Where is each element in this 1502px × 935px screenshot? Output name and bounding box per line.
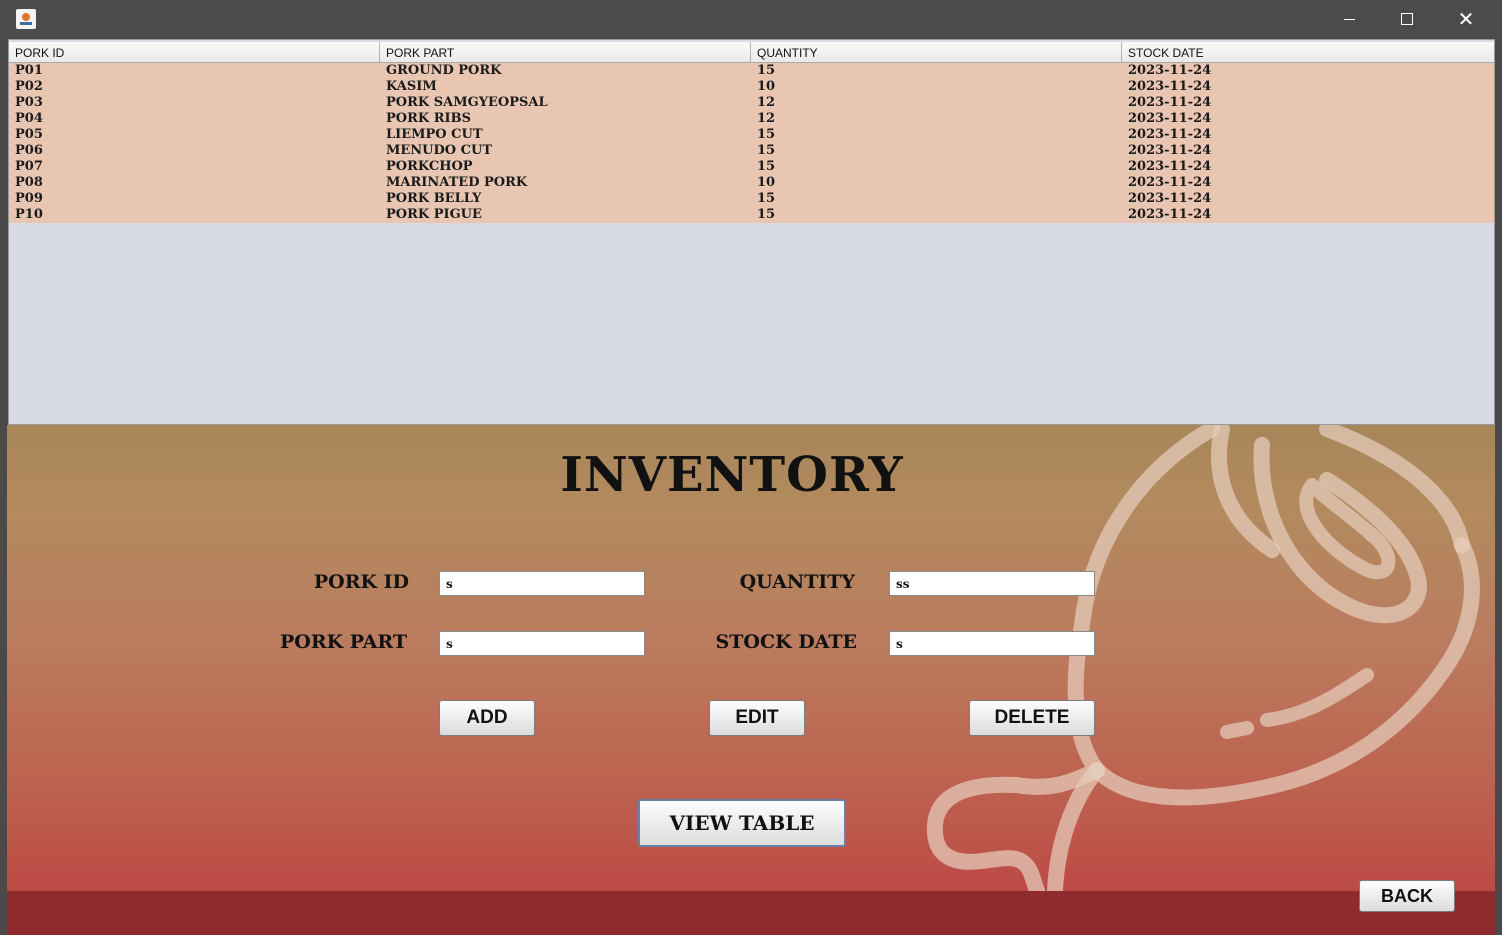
close-button[interactable]: ✕ [1437, 0, 1495, 38]
quantity-cell[interactable]: 10 [751, 79, 1122, 95]
pork-id-cell[interactable]: P06 [9, 143, 380, 159]
close-icon: ✕ [1457, 7, 1475, 31]
column-header-pork-part[interactable]: PORK PART [380, 42, 751, 62]
stock-date-label: STOCK DATE [715, 631, 857, 653]
column-header-pork-id[interactable]: PORK ID [9, 42, 380, 62]
pork-id-cell[interactable]: P03 [9, 95, 380, 111]
quantity-cell[interactable]: 10 [751, 175, 1122, 191]
stock-date-cell[interactable]: 2023-11-24 [1122, 143, 1493, 159]
pork-part-cell[interactable]: GROUND PORK [380, 63, 751, 79]
table-body: P01 GROUND PORK 15 2023-11-24 P02 KASIM 10 2023… [9, 63, 1494, 223]
table-row[interactable]: P06 MENUDO CUT 15 2023-11-24 [9, 143, 1494, 159]
edit-button[interactable]: EDIT [709, 700, 805, 736]
form-panel: INVENTORY PORK ID QUANTITY PORK PART STO… [7, 425, 1495, 891]
pork-part-label: PORK PART [280, 631, 407, 653]
quantity-cell[interactable]: 15 [751, 159, 1122, 175]
quantity-cell[interactable]: 15 [751, 63, 1122, 79]
table-row[interactable]: P08 MARINATED PORK 10 2023-11-24 [9, 175, 1494, 191]
stock-date-cell[interactable]: 2023-11-24 [1122, 63, 1493, 79]
quantity-cell[interactable]: 12 [751, 95, 1122, 111]
table-header: PORK ID PORK PART QUANTITY STOCK DATE [9, 42, 1494, 63]
pork-id-cell[interactable]: P02 [9, 79, 380, 95]
quantity-cell[interactable]: 15 [751, 191, 1122, 207]
quantity-cell[interactable]: 15 [751, 143, 1122, 159]
inventory-table[interactable]: PORK ID PORK PART QUANTITY STOCK DATE P0… [8, 39, 1495, 425]
quantity-cell[interactable]: 15 [751, 127, 1122, 143]
table-row[interactable]: P07 PORKCHOP 15 2023-11-24 [9, 159, 1494, 175]
add-button[interactable]: ADD [439, 700, 535, 736]
column-header-stock-date[interactable]: STOCK DATE [1122, 42, 1493, 62]
footer-bar [7, 891, 1495, 935]
pork-id-cell[interactable]: P01 [9, 63, 380, 79]
stock-date-cell[interactable]: 2023-11-24 [1122, 175, 1493, 191]
maximize-icon [1401, 13, 1413, 25]
pork-id-cell[interactable]: P04 [9, 111, 380, 127]
title-bar: ✕ [0, 0, 1502, 38]
minimize-icon [1343, 18, 1355, 20]
pork-part-cell[interactable]: LIEMPO CUT [380, 127, 751, 143]
pork-part-cell[interactable]: MARINATED PORK [380, 175, 751, 191]
minimize-button[interactable] [1320, 0, 1378, 38]
back-button[interactable]: BACK [1359, 880, 1455, 912]
pork-part-cell[interactable]: KASIM [380, 79, 751, 95]
table-row[interactable]: P05 LIEMPO CUT 15 2023-11-24 [9, 127, 1494, 143]
pork-part-cell[interactable]: PORK SAMGYEOPSAL [380, 95, 751, 111]
table-row[interactable]: P04 PORK RIBS 12 2023-11-24 [9, 111, 1494, 127]
stock-date-cell[interactable]: 2023-11-24 [1122, 111, 1493, 127]
page-title: INVENTORY [560, 447, 904, 503]
pork-id-cell[interactable]: P10 [9, 207, 380, 223]
quantity-cell[interactable]: 12 [751, 111, 1122, 127]
table-row[interactable]: P09 PORK BELLY 15 2023-11-24 [9, 191, 1494, 207]
column-header-quantity[interactable]: QUANTITY [751, 42, 1122, 62]
pork-id-label: PORK ID [313, 571, 409, 593]
quantity-cell[interactable]: 15 [751, 207, 1122, 223]
stock-date-cell[interactable]: 2023-11-24 [1122, 127, 1493, 143]
stock-date-cell[interactable]: 2023-11-24 [1122, 95, 1493, 111]
stock-date-cell[interactable]: 2023-11-24 [1122, 159, 1493, 175]
pork-part-input[interactable] [439, 631, 645, 656]
app-window: ✕ PORK ID PORK PART QUANTITY STOCK DATE … [0, 0, 1502, 935]
pork-id-input[interactable] [439, 571, 645, 596]
pork-part-cell[interactable]: PORK RIBS [380, 111, 751, 127]
table-row[interactable]: P01 GROUND PORK 15 2023-11-24 [9, 63, 1494, 79]
quantity-input[interactable] [889, 571, 1095, 596]
pork-part-cell[interactable]: PORKCHOP [380, 159, 751, 175]
pork-id-cell[interactable]: P08 [9, 175, 380, 191]
pork-id-cell[interactable]: P09 [9, 191, 380, 207]
pork-part-cell[interactable]: PORK PIGUE [380, 207, 751, 223]
stock-date-cell[interactable]: 2023-11-24 [1122, 191, 1493, 207]
pork-part-cell[interactable]: MENUDO CUT [380, 143, 751, 159]
maximize-button[interactable] [1378, 0, 1436, 38]
view-table-button[interactable]: VIEW TABLE [638, 799, 846, 847]
stock-date-cell[interactable]: 2023-11-24 [1122, 79, 1493, 95]
pork-part-cell[interactable]: PORK BELLY [380, 191, 751, 207]
java-app-icon [16, 9, 36, 29]
pork-id-cell[interactable]: P05 [9, 127, 380, 143]
stock-date-cell[interactable]: 2023-11-24 [1122, 207, 1493, 223]
table-row[interactable]: P10 PORK PIGUE 15 2023-11-24 [9, 207, 1494, 223]
table-row[interactable]: P02 KASIM 10 2023-11-24 [9, 79, 1494, 95]
table-row[interactable]: P03 PORK SAMGYEOPSAL 12 2023-11-24 [9, 95, 1494, 111]
stock-date-input[interactable] [889, 631, 1095, 656]
quantity-label: QUANTITY [739, 571, 855, 593]
delete-button[interactable]: DELETE [969, 700, 1095, 736]
pork-id-cell[interactable]: P07 [9, 159, 380, 175]
